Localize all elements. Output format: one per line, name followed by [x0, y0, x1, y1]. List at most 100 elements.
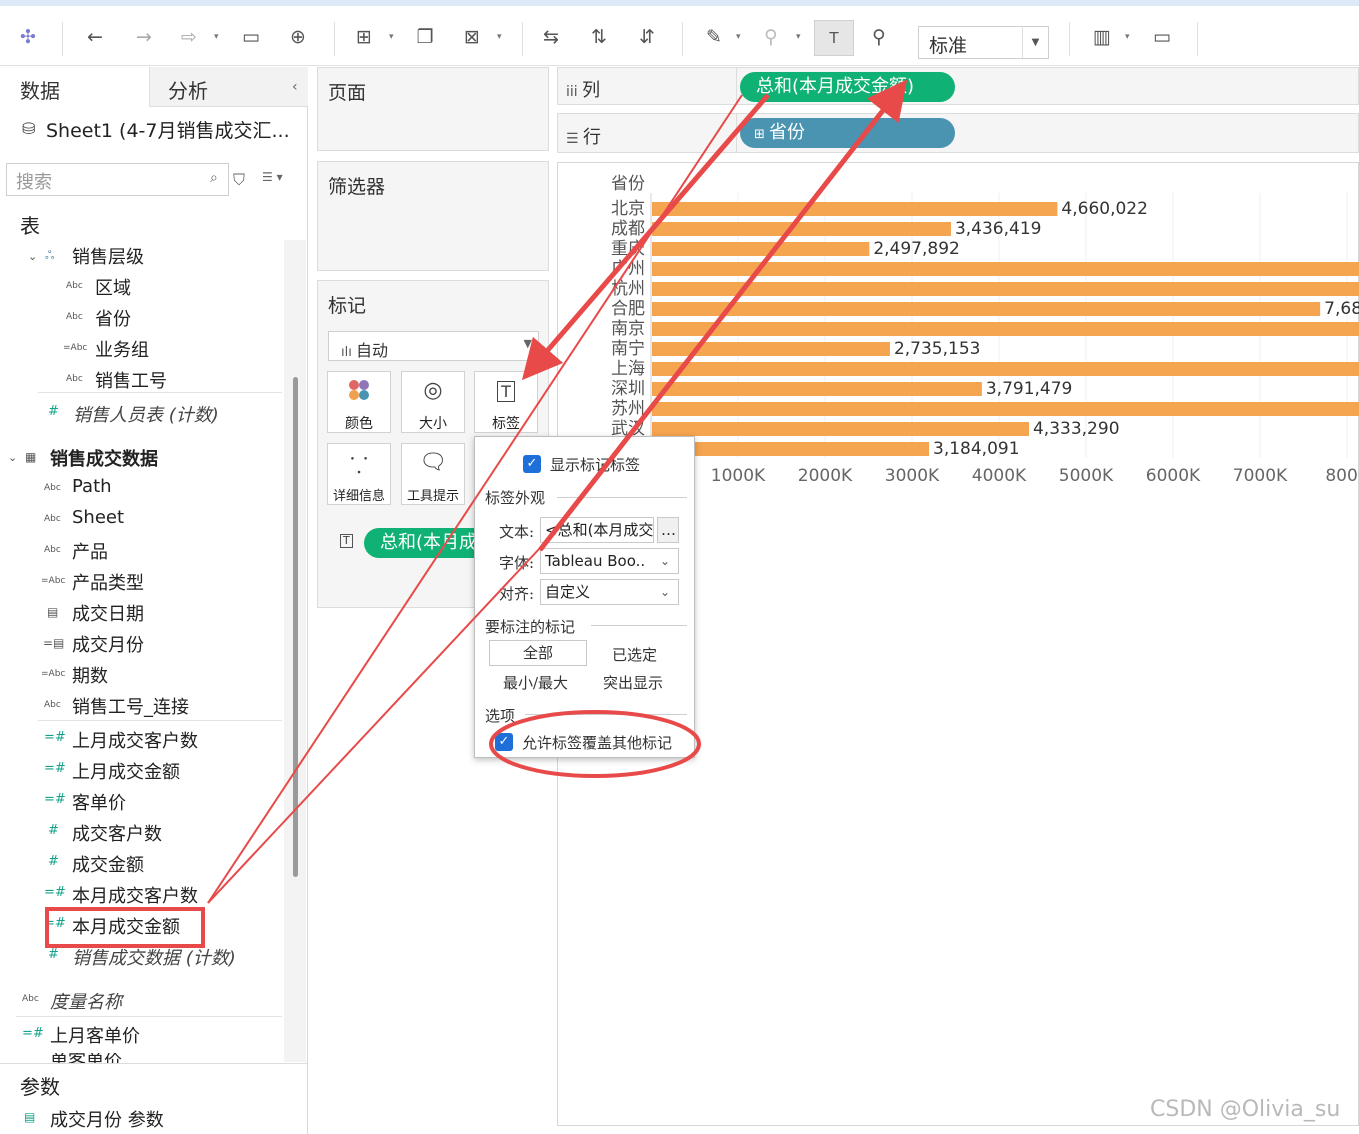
- chevron-down-icon[interactable]: ▾: [214, 24, 224, 50]
- field-hierarchy[interactable]: 销售层级: [72, 243, 144, 269]
- duplicate-sheet-icon[interactable]: ❐: [412, 24, 438, 50]
- option-highlighted[interactable]: 突出显示: [603, 672, 663, 693]
- pages-card[interactable]: 页面: [317, 67, 549, 151]
- color-button[interactable]: 颜色: [327, 371, 391, 433]
- field-province[interactable]: 省份: [95, 305, 131, 331]
- clear-sheet-icon[interactable]: ⊠: [459, 24, 485, 50]
- replay-icon[interactable]: ⇨: [176, 24, 202, 50]
- field-product-type[interactable]: 产品类型: [72, 569, 144, 595]
- allow-overlap-checkbox[interactable]: ✓: [495, 733, 513, 751]
- datasource-name[interactable]: Sheet1 (4-7月销售成交汇...: [46, 116, 290, 143]
- search-input[interactable]: 搜索 ⌕: [6, 163, 229, 196]
- chevron-down-icon[interactable]: ▾: [389, 24, 399, 50]
- field-sales-id-link[interactable]: 销售工号_连接: [72, 693, 189, 719]
- field-single-aov[interactable]: 单客单价: [50, 1053, 122, 1063]
- field-product[interactable]: 产品: [72, 538, 108, 564]
- field-deal-month[interactable]: 成交月份: [72, 631, 144, 657]
- highlight-icon[interactable]: ✎: [701, 24, 727, 50]
- chevron-down-icon[interactable]: ⌄: [660, 549, 670, 573]
- sort-descending-icon[interactable]: ⇵: [634, 24, 660, 50]
- tooltip-button[interactable]: 🗨 工具提示: [401, 443, 465, 505]
- field-last-month-aov[interactable]: 上月客单价: [50, 1022, 140, 1048]
- field-period[interactable]: 期数: [72, 662, 108, 688]
- rows-shelf[interactable]: ☰ 行: [557, 113, 1359, 153]
- chevron-down-icon[interactable]: ▾: [796, 24, 806, 50]
- bar: [652, 242, 870, 256]
- fit-select-value: 标准: [929, 35, 968, 57]
- data-label: 4,333,290: [1033, 419, 1120, 439]
- field-path[interactable]: Path: [72, 476, 112, 497]
- swap-rows-columns-icon[interactable]: ⇆: [538, 24, 564, 50]
- color-label: 颜色: [345, 416, 373, 432]
- field-this-month-customers[interactable]: 本月成交客户数: [72, 882, 198, 908]
- chevron-down-icon[interactable]: ▾: [736, 24, 746, 50]
- collapse-pane-icon[interactable]: ‹: [292, 79, 298, 95]
- new-datasource-icon[interactable]: ⊕: [285, 24, 311, 50]
- presentation-mode-icon[interactable]: ▭: [1149, 24, 1175, 50]
- field-deal-amount[interactable]: 成交金额: [72, 851, 144, 877]
- chevron-down-icon[interactable]: ▾: [1125, 24, 1135, 50]
- field-deal-date[interactable]: 成交日期: [72, 600, 144, 626]
- field-sales-id[interactable]: 销售工号: [95, 367, 167, 393]
- columns-pill[interactable]: 总和(本月成交金额): [740, 72, 955, 102]
- field-count-deals[interactable]: 销售成交数据 (计数): [72, 944, 236, 970]
- tab-analysis[interactable]: 分析: [150, 67, 308, 107]
- filters-card[interactable]: 筛选器: [317, 161, 549, 271]
- field-this-month-amount[interactable]: 本月成交金额: [72, 913, 180, 939]
- expand-icon[interactable]: ⊞: [754, 127, 769, 142]
- tab-data[interactable]: 数据: [0, 67, 150, 107]
- allow-overlap-text: 允许标签覆盖其他标记: [522, 734, 673, 752]
- param-deal-month[interactable]: 成交月份 参数: [50, 1106, 164, 1132]
- chevron-down-icon[interactable]: ▾: [497, 24, 507, 50]
- field-deal-customers[interactable]: 成交客户数: [72, 820, 162, 846]
- chevron-down-icon[interactable]: ▼: [1022, 27, 1048, 58]
- group-members-icon[interactable]: ⚲: [758, 24, 784, 50]
- field-count-sales-staff[interactable]: 销售人员表 (计数): [73, 401, 219, 427]
- label-button[interactable]: T 标签: [474, 371, 538, 433]
- align-select[interactable]: 自定义 ⌄: [540, 579, 679, 605]
- rows-pill[interactable]: ⊞ 省份: [740, 118, 955, 148]
- fix-axes-icon[interactable]: ⚲: [866, 24, 892, 50]
- sort-ascending-icon[interactable]: ⇅: [586, 24, 612, 50]
- field-last-month-amount[interactable]: 上月成交金额: [72, 758, 180, 784]
- columns-shelf[interactable]: iii 列: [557, 67, 1359, 105]
- option-all[interactable]: 全部: [489, 640, 587, 666]
- mark-type-select[interactable]: ılı 自动 ▼: [328, 331, 539, 361]
- calc-measure-field-icon: =#: [44, 885, 66, 900]
- tooltip-icon: 🗨: [419, 450, 447, 475]
- field-business-group[interactable]: 业务组: [95, 336, 149, 362]
- field-last-month-customers[interactable]: 上月成交客户数: [72, 727, 198, 753]
- show-labels-checkbox[interactable]: ✓: [523, 455, 541, 473]
- search-icon[interactable]: ⌕: [210, 170, 218, 186]
- undo-icon[interactable]: ←: [82, 24, 108, 50]
- chevron-down-icon[interactable]: ⌄: [8, 451, 17, 464]
- show-me-icon[interactable]: ▥: [1089, 24, 1115, 50]
- show-labels-icon[interactable]: T: [814, 20, 854, 56]
- field-sheet[interactable]: Sheet: [72, 507, 124, 528]
- tab-data-label: 数据: [20, 79, 60, 103]
- view-options-icon[interactable]: ☰ ▾: [262, 170, 283, 184]
- text-input[interactable]: <总和(本月成交: [540, 517, 654, 543]
- filter-icon[interactable]: ⛉: [233, 170, 245, 190]
- measure-field-icon: #: [48, 854, 59, 869]
- tableau-logo-icon[interactable]: ✣: [15, 24, 41, 50]
- new-worksheet-icon[interactable]: ⊞: [351, 24, 377, 50]
- redo-icon[interactable]: →: [131, 24, 157, 50]
- chevron-down-icon[interactable]: ⌄: [660, 580, 670, 604]
- field-measure-names[interactable]: 度量名称: [50, 988, 122, 1014]
- table-name[interactable]: 销售成交数据: [50, 445, 158, 471]
- field-avg-order-value[interactable]: 客单价: [72, 789, 126, 815]
- scrollbar-thumb[interactable]: [293, 377, 298, 877]
- option-selected[interactable]: 已选定: [612, 644, 657, 665]
- font-select[interactable]: Tableau Boo.. ⌄: [540, 548, 679, 574]
- option-minmax[interactable]: 最小/最大: [503, 672, 568, 693]
- save-icon[interactable]: ▭: [238, 24, 264, 50]
- chevron-down-icon[interactable]: ▼: [524, 337, 532, 350]
- text-edit-button[interactable]: …: [657, 517, 679, 543]
- detail-button[interactable]: ⸪ 详细信息: [327, 443, 391, 505]
- field-region[interactable]: 区域: [95, 274, 131, 300]
- chevron-down-icon[interactable]: ⌄: [28, 250, 37, 263]
- size-button[interactable]: ◎ 大小: [401, 371, 465, 433]
- fit-select[interactable]: 标准 ▼: [918, 26, 1049, 59]
- tooltip-label: 工具提示: [406, 489, 459, 504]
